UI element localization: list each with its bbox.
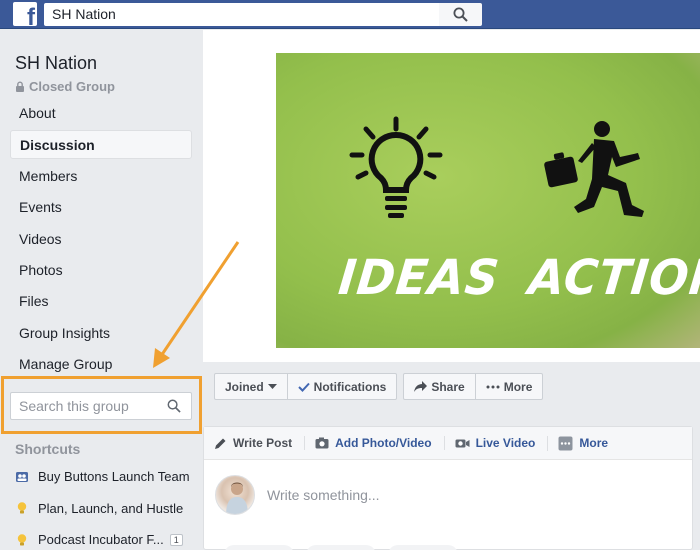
ellipsis-box-icon — [558, 436, 573, 450]
lightbulb-illustration-icon — [349, 116, 443, 218]
checkmark-icon — [297, 382, 310, 392]
video-camera-icon — [455, 439, 470, 447]
privacy-text: Closed Group — [29, 79, 115, 94]
group-sidebar: SH Nation Closed Group About Discussion … — [0, 30, 203, 550]
avatar[interactable] — [215, 475, 255, 515]
tab-write-post[interactable]: Write Post — [214, 436, 292, 450]
joined-button[interactable]: Joined — [215, 374, 287, 399]
composer-tabs: Write Post Add Photo/Video Live Video Mo… — [204, 427, 692, 460]
shortcuts-heading: Shortcuts — [15, 441, 81, 457]
cover-photo[interactable]: IDEAS ACTION — [276, 53, 700, 348]
share-icon — [414, 381, 428, 392]
membership-buttons: Joined Notifications — [214, 373, 398, 400]
share-button[interactable]: Share — [404, 374, 474, 399]
group-action-bar: Joined Notifications Share More — [214, 373, 544, 400]
global-search-button[interactable] — [439, 3, 482, 26]
lock-icon — [16, 81, 24, 92]
more-button[interactable]: More — [474, 374, 543, 399]
group-privacy-label: Closed Group — [15, 79, 115, 94]
nav-item-photos[interactable]: Photos — [10, 255, 192, 286]
group-nav: About Discussion Members Events Videos P… — [10, 98, 192, 381]
facebook-logo-icon[interactable]: f — [13, 2, 37, 26]
composer-option-pill[interactable] — [306, 545, 376, 550]
composer-option-pills — [224, 545, 458, 550]
group-search-field[interactable] — [10, 392, 192, 420]
ellipsis-icon — [486, 385, 500, 388]
chevron-down-icon — [267, 383, 277, 389]
share-more-buttons: Share More — [403, 373, 544, 400]
nav-item-about[interactable]: About — [10, 98, 192, 129]
camera-icon — [315, 437, 329, 449]
composer-option-pill[interactable] — [388, 545, 458, 550]
tab-more[interactable]: More — [547, 435, 608, 451]
cover-ideas-text: IDEAS — [336, 248, 503, 306]
profile-photo-icon — [226, 482, 248, 514]
composer-input[interactable]: Write something... — [267, 487, 380, 503]
lightbulb-icon — [17, 534, 27, 546]
running-man-illustration-icon — [544, 121, 644, 217]
top-bar: f SH Nation — [0, 0, 700, 29]
group-main: IDEAS ACTION Joined Notifications Share … — [203, 30, 700, 550]
nav-item-events[interactable]: Events — [10, 192, 192, 223]
nav-item-members[interactable]: Members — [10, 161, 192, 192]
group-search-input[interactable] — [11, 393, 161, 419]
shortcut-item[interactable]: Plan, Launch, and Hustle — [15, 493, 195, 525]
tab-live-video[interactable]: Live Video — [443, 436, 535, 450]
shortcuts-list: Buy Buttons Launch Team Plan, Launch, an… — [15, 461, 195, 550]
nav-item-group-insights[interactable]: Group Insights — [10, 318, 192, 349]
group-icon — [16, 471, 28, 482]
nav-item-discussion[interactable]: Discussion — [10, 130, 192, 160]
shortcut-item[interactable]: Buy Buttons Launch Team — [15, 461, 195, 493]
cover-action-text: ACTION — [526, 248, 700, 306]
group-name[interactable]: SH Nation — [15, 53, 97, 74]
nav-item-videos[interactable]: Videos — [10, 224, 192, 255]
lightbulb-icon — [17, 502, 27, 514]
composer-body: Write something... — [215, 475, 380, 515]
global-search-input[interactable]: SH Nation — [44, 3, 439, 26]
tab-add-photo-video[interactable]: Add Photo/Video — [304, 436, 432, 450]
shortcut-item[interactable]: Podcast Incubator F... 1 — [15, 524, 195, 550]
search-icon — [453, 7, 468, 22]
count-badge: 1 — [169, 533, 183, 546]
search-icon[interactable] — [167, 399, 181, 413]
notifications-button[interactable]: Notifications — [286, 374, 397, 399]
pencil-icon — [215, 438, 226, 449]
nav-item-files[interactable]: Files — [10, 286, 192, 317]
post-composer: Write Post Add Photo/Video Live Video Mo… — [203, 426, 693, 550]
cover-area: IDEAS ACTION — [203, 30, 700, 362]
composer-option-pill[interactable] — [224, 545, 294, 550]
